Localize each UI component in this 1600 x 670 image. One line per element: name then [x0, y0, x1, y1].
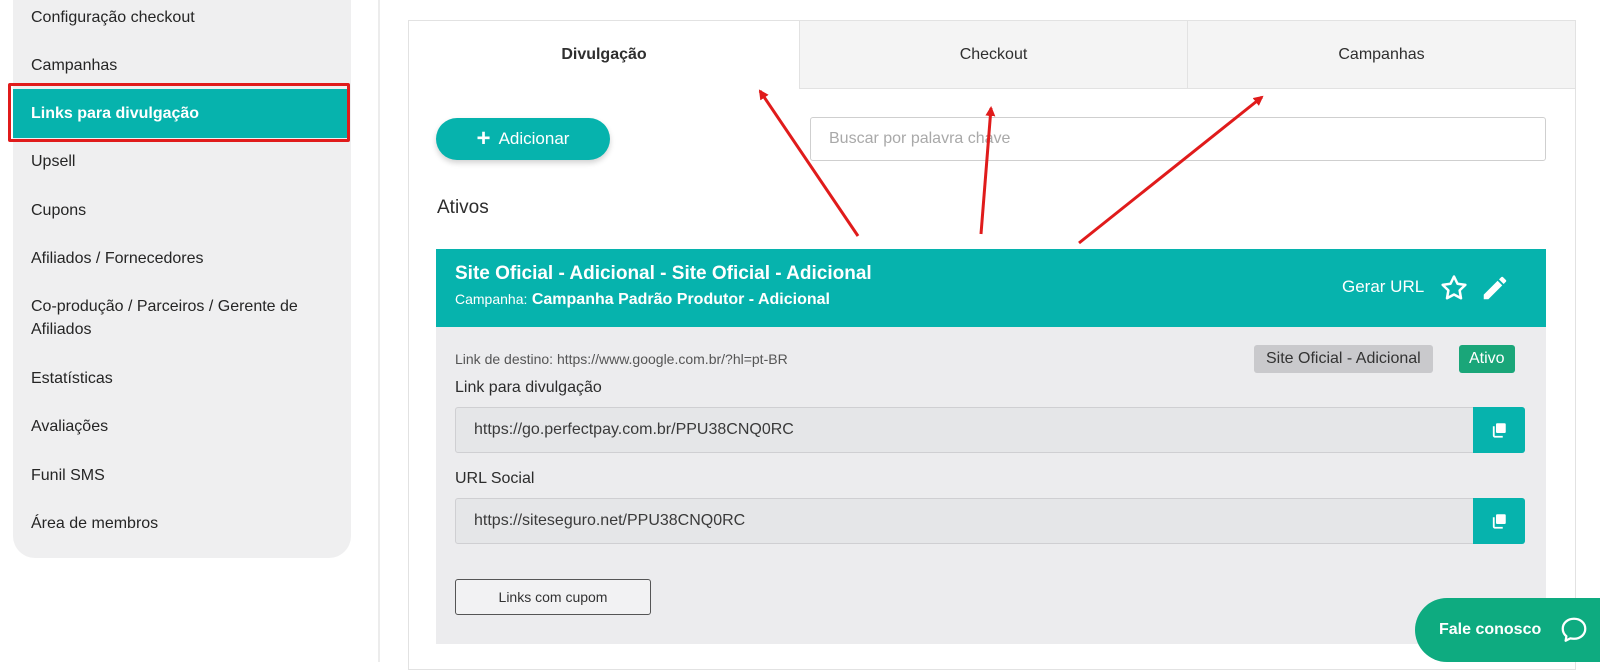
- add-button[interactable]: + Adicionar: [436, 118, 610, 160]
- sidebar-item-configuracao-checkout[interactable]: Configuração checkout: [31, 6, 195, 29]
- campaign-line: Campanha: Campanha Padrão Produtor - Adi…: [455, 291, 830, 309]
- destination-link: Link de destino: https://www.google.com.…: [455, 351, 788, 367]
- link-card: Site Oficial - Adicional - Site Oficial …: [436, 249, 1546, 644]
- link-label: Link para divulgação: [455, 379, 602, 396]
- chat-label: Fale conosco: [1439, 621, 1542, 638]
- social-label: URL Social: [455, 470, 535, 487]
- pencil-icon[interactable]: [1480, 273, 1510, 303]
- tab-divulgacao[interactable]: Divulgação: [409, 21, 799, 89]
- plus-icon: +: [476, 125, 491, 152]
- social-input[interactable]: [456, 499, 1492, 543]
- copy-social-button[interactable]: [1473, 498, 1525, 544]
- sidebar-item-estatisticas[interactable]: Estatísticas: [31, 367, 113, 390]
- link-title: Site Oficial - Adicional - Site Oficial …: [455, 263, 872, 284]
- tab-checkout[interactable]: Checkout: [799, 21, 1187, 89]
- search-input[interactable]: [810, 117, 1546, 161]
- copy-link-button[interactable]: [1473, 407, 1525, 453]
- social-field: [455, 498, 1525, 544]
- copy-icon: [1492, 514, 1506, 529]
- tab-campanhas[interactable]: Campanhas: [1187, 21, 1575, 89]
- page-badge: Site Oficial - Adicional: [1254, 345, 1433, 373]
- link-card-header: Site Oficial - Adicional - Site Oficial …: [436, 249, 1546, 327]
- link-field: [455, 407, 1525, 453]
- link-input[interactable]: [456, 408, 1492, 452]
- add-button-label: Adicionar: [498, 129, 570, 148]
- sidebar-item-avaliacoes[interactable]: Avaliações: [31, 415, 108, 438]
- campaign-label: Campanha:: [455, 291, 528, 307]
- links-cupom-button[interactable]: Links com cupom: [455, 579, 651, 615]
- sidebar-item-coproducao[interactable]: Co-produção / Parceiros / Gerente de Afi…: [31, 295, 331, 341]
- chat-bubble-icon: [1561, 617, 1587, 642]
- section-title: Ativos: [437, 197, 489, 218]
- chat-button[interactable]: Fale conosco: [1415, 598, 1600, 662]
- star-icon[interactable]: [1439, 273, 1469, 303]
- copy-icon: [1492, 423, 1506, 438]
- status-badge: Ativo: [1459, 345, 1515, 373]
- sidebar-item-area-membros[interactable]: Área de membros: [31, 512, 158, 535]
- sidebar-item-upsell[interactable]: Upsell: [31, 150, 75, 173]
- main-panel: Divulgação Checkout Campanhas + Adiciona…: [408, 20, 1576, 670]
- gerar-url-button[interactable]: Gerar URL: [1342, 277, 1424, 297]
- tab-bar: Divulgação Checkout Campanhas: [409, 21, 1575, 89]
- sidebar-item-cupons[interactable]: Cupons: [31, 199, 86, 222]
- campaign-value: Campanha Padrão Produtor - Adicional: [531, 291, 830, 308]
- sidebar-item-afiliados[interactable]: Afiliados / Fornecedores: [31, 247, 204, 270]
- sidebar-item-campanhas[interactable]: Campanhas: [31, 54, 117, 77]
- sidebar-item-funil-sms[interactable]: Funil SMS: [31, 464, 105, 487]
- divider: [378, 0, 380, 662]
- highlight-outline: [8, 83, 350, 142]
